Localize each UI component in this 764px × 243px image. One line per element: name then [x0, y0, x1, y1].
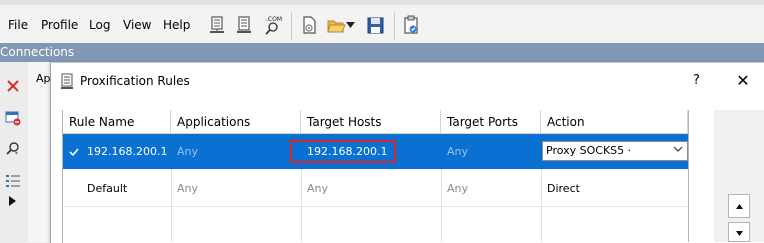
toolbar-separator: [291, 12, 292, 40]
column-divider: [441, 169, 442, 242]
clipboard-icon[interactable]: [401, 14, 421, 36]
menu-help[interactable]: Help: [163, 17, 190, 33]
document-icon[interactable]: [234, 14, 254, 36]
menu-view[interactable]: View: [123, 17, 151, 33]
arrow-down-icon: [736, 231, 743, 236]
svg-text:*: *: [15, 151, 18, 157]
close-button[interactable]: ✕: [735, 71, 751, 90]
table-right-border: [688, 110, 689, 242]
background-column-label: Ap: [36, 72, 51, 85]
list-icon[interactable]: [5, 173, 21, 189]
menu-profile[interactable]: Profile: [41, 17, 78, 33]
action-dropdown-value: Proxy SOCKS5 ·: [546, 144, 632, 157]
dialog-title: Proxification Rules: [80, 74, 190, 88]
column-divider: [301, 169, 302, 242]
cell-rule-name[interactable]: 192.168.200.1: [81, 134, 171, 169]
column-header-applications[interactable]: Applications: [171, 110, 301, 134]
column-header-target-ports[interactable]: Target Ports: [441, 110, 541, 134]
cell-target-ports[interactable]: Any: [441, 171, 541, 206]
help-button[interactable]: ?: [693, 73, 705, 89]
cell-applications[interactable]: Any: [171, 134, 301, 169]
expand-arrow-icon[interactable]: [9, 196, 16, 206]
arrow-up-icon: [736, 204, 743, 209]
move-up-button[interactable]: [728, 194, 750, 218]
save-icon[interactable]: [365, 14, 385, 36]
title-strip: [0, 0, 764, 5]
connections-title: Connections: [0, 45, 75, 59]
cell-target-ports[interactable]: Any: [441, 134, 541, 169]
connections-header: Connections: [0, 43, 764, 62]
row-divider: [63, 206, 688, 207]
checkmark-icon[interactable]: [69, 147, 79, 157]
remove-window-icon[interactable]: [5, 110, 21, 126]
menu-log[interactable]: Log: [89, 17, 110, 33]
annotation-highlight: [290, 140, 396, 163]
cell-rule-name[interactable]: Default: [81, 171, 171, 206]
open-folder-icon[interactable]: [326, 14, 346, 36]
dropdown-arrow-icon[interactable]: [346, 22, 355, 28]
delete-icon[interactable]: [5, 78, 21, 94]
move-down-button[interactable]: [728, 222, 750, 242]
column-header-target-hosts[interactable]: Target Hosts: [301, 110, 441, 134]
svg-text:.COM: .COM: [266, 16, 282, 23]
chevron-down-icon[interactable]: [673, 145, 683, 153]
column-header-rule-name[interactable]: Rule Name: [63, 110, 171, 134]
find-icon[interactable]: *: [5, 141, 21, 157]
settings-page-icon[interactable]: [299, 14, 319, 36]
menu-file[interactable]: File: [8, 17, 28, 33]
cell-applications[interactable]: Any: [171, 171, 301, 206]
dns-lookup-icon[interactable]: .COM: [262, 14, 282, 36]
rules-icon: [61, 73, 73, 89]
cell-action[interactable]: Direct: [541, 171, 688, 206]
toolbar-separator: [394, 12, 395, 40]
column-header-action[interactable]: Action: [541, 110, 688, 134]
column-divider: [541, 169, 542, 242]
cell-target-hosts[interactable]: Any: [301, 171, 441, 206]
server-icon[interactable]: [207, 14, 227, 36]
column-divider: [171, 169, 172, 242]
